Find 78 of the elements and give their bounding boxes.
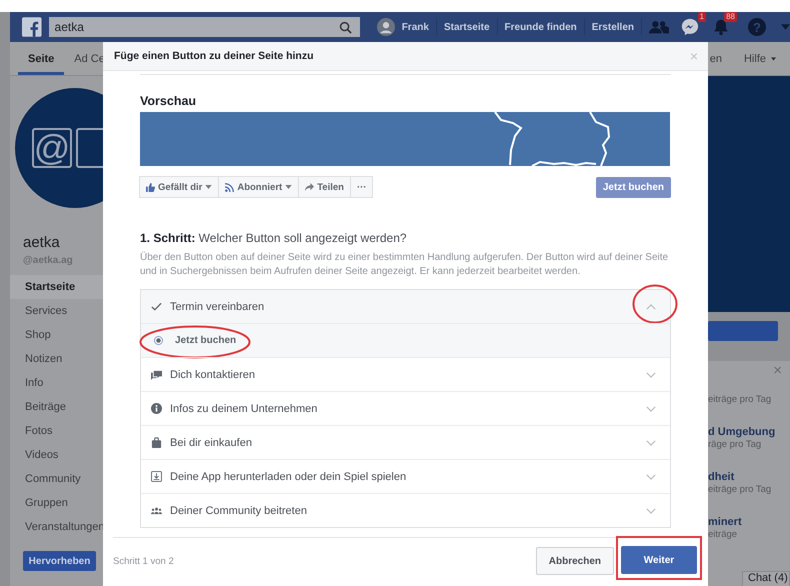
notification-badge: 88 xyxy=(724,12,737,22)
feed-icon xyxy=(225,182,234,192)
sidebar-item[interactable]: Veranstaltungen xyxy=(10,515,103,539)
option-row[interactable]: Deine App herunterladen oder dein Spiel spielen xyxy=(141,459,670,493)
option-row[interactable]: Dich kontaktieren xyxy=(141,357,670,391)
avatar-icon[interactable] xyxy=(376,18,395,36)
option-label[interactable]: Jetzt buchen xyxy=(175,335,236,346)
promote-button[interactable]: Hervorheben xyxy=(23,551,96,571)
sidebar-item[interactable]: Info xyxy=(10,371,103,395)
sidebar-item[interactable]: Gruppen xyxy=(10,491,103,515)
suggestion-title[interactable]: dheit xyxy=(708,470,790,484)
option-row[interactable]: Termin vereinbaren xyxy=(141,290,670,323)
chevron-down-icon[interactable] xyxy=(646,406,656,412)
preview-action-button[interactable]: ··· xyxy=(350,176,374,198)
page-tab[interactable]: en xyxy=(710,42,722,75)
like-icon xyxy=(146,182,155,192)
preview-action-button[interactable]: Abonniert xyxy=(218,176,300,198)
highlight-ellipse xyxy=(632,284,678,324)
nav-link[interactable]: Erstellen xyxy=(592,22,634,32)
sidebar-item[interactable]: Community xyxy=(10,467,103,491)
step-heading: 1. Schritt: Welcher Button soll angezeigt werden? xyxy=(140,231,408,245)
sidebar-item[interactable]: Startseite xyxy=(10,275,103,299)
chat-tab[interactable]: Chat (4) xyxy=(742,571,790,586)
share-icon xyxy=(305,182,314,192)
page-name: aetka xyxy=(23,234,61,251)
nav-link[interactable]: Freunde finden xyxy=(504,22,577,32)
bag-icon xyxy=(151,437,162,448)
chevron-down-icon[interactable] xyxy=(646,372,656,378)
sidebar-item[interactable]: Shop xyxy=(10,323,103,347)
preview-action-button[interactable]: Teilen xyxy=(298,176,351,198)
download-icon xyxy=(151,471,162,482)
caret-icon xyxy=(285,185,292,189)
action-button[interactable] xyxy=(708,321,778,341)
cancel-button[interactable]: Abbrechen xyxy=(536,547,614,575)
step-description: Über den Button oben auf deiner Seite wird zu einer bestimmten Handlung aufgerufen. Der Button wird auf deiner Seite und in Suchergebnissen beim Aufrufen deiner Seite angezeigt. Er kann jederzeit bearbeitet werden. xyxy=(140,251,670,279)
search-field[interactable]: aetka xyxy=(48,17,360,37)
preview-action-button[interactable]: Gefällt dir xyxy=(139,176,220,198)
suggestion-subtitle: räge pro Tag xyxy=(708,438,762,450)
search-icon[interactable] xyxy=(338,20,352,34)
notification-badge: 1 xyxy=(698,12,706,22)
info-icon xyxy=(151,403,162,414)
sidebar-item[interactable]: Services xyxy=(10,299,103,323)
suggestion-subtitle: eiträge xyxy=(708,528,738,540)
step-counter: Schritt 1 von 2 xyxy=(113,556,174,567)
suggestion-subtitle: eiträge pro Tag xyxy=(708,394,772,404)
sidebar-item[interactable]: Beiträge xyxy=(10,395,103,419)
logo-icon[interactable] xyxy=(22,17,42,37)
caret-icon xyxy=(771,56,776,60)
suggestion-subtitle: eiträge pro Tag xyxy=(708,484,772,494)
option-row[interactable]: Infos zu deinem Unternehmen xyxy=(141,391,670,425)
suggestion-title[interactable]: d Umgebung xyxy=(708,426,790,438)
help-menu[interactable]: Hilfe xyxy=(744,42,776,75)
logo-mark: @ xyxy=(32,128,72,168)
sidebar-item[interactable]: Fotos xyxy=(10,419,103,443)
sidebar-item[interactable]: Notizen xyxy=(10,347,103,371)
suggestion-title[interactable]: minert xyxy=(708,516,790,528)
messenger-icon[interactable] xyxy=(680,18,700,36)
chat-icon xyxy=(151,369,162,380)
caret-icon xyxy=(205,185,212,189)
people-icon xyxy=(151,505,162,516)
chevron-down-icon[interactable] xyxy=(646,440,656,446)
caret-icon[interactable] xyxy=(781,24,790,30)
friends-icon[interactable] xyxy=(649,18,669,36)
chevron-up-icon[interactable] xyxy=(646,304,656,310)
section-heading: Vorschau xyxy=(140,94,198,108)
radio-button[interactable] xyxy=(154,336,163,345)
profile-picture[interactable]: @ xyxy=(15,88,103,208)
option-row[interactable]: Deiner Community beitreten xyxy=(141,493,670,527)
nav-link[interactable]: Startseite xyxy=(444,22,490,32)
preview-cta-button[interactable]: Jetzt buchen xyxy=(596,176,671,198)
option-row[interactable]: Bei dir einkaufen xyxy=(141,425,670,459)
chevron-down-icon[interactable] xyxy=(646,474,656,480)
sidebar-item[interactable]: Videos xyxy=(10,443,103,467)
profile-link[interactable]: Frank xyxy=(402,22,429,32)
chevron-down-icon[interactable] xyxy=(646,508,656,514)
dialog-title: Füge einen Button zu deiner Seite hinzu xyxy=(114,50,314,62)
next-button[interactable]: Weiter xyxy=(621,546,697,574)
check-icon xyxy=(151,301,162,312)
